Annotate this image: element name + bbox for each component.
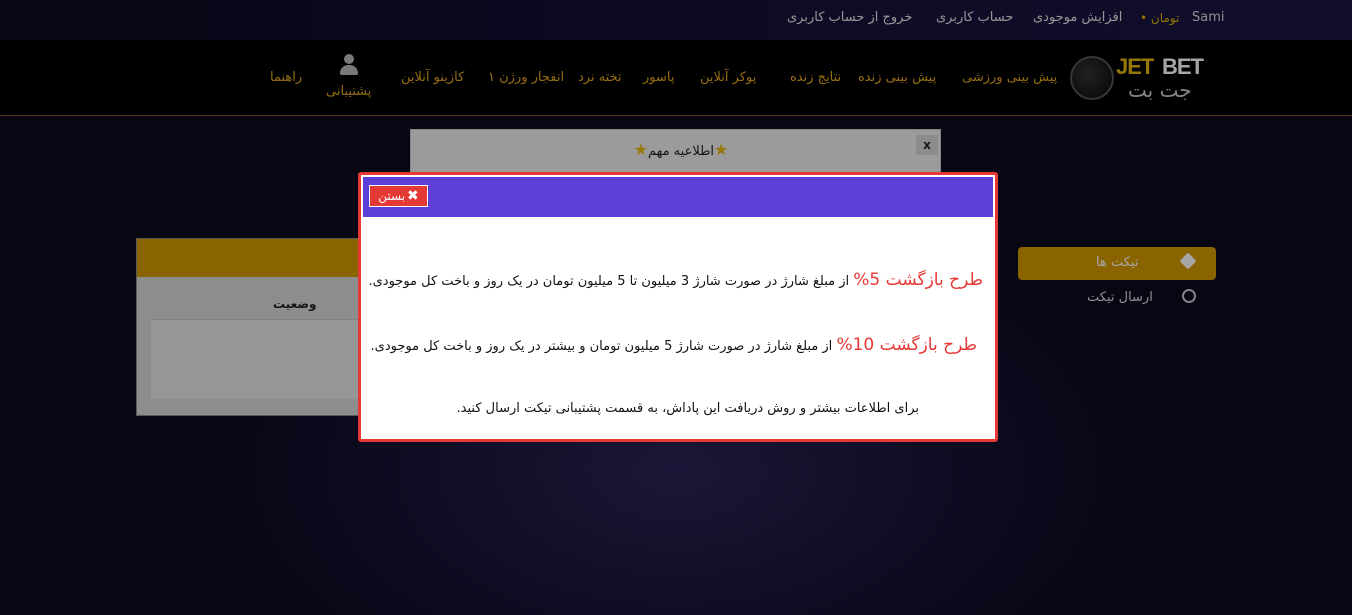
modal-close-label: بستن	[378, 189, 406, 203]
modal-header: ✖ بستن	[363, 177, 993, 217]
promo-modal: ✖ بستن طرح بازگشت 5% از مبلغ شارژ در صور…	[358, 172, 998, 442]
promo-5-highlight: طرح بازگشت 5%	[853, 270, 983, 290]
modal-close-button[interactable]: ✖ بستن	[369, 185, 428, 207]
promo-5-text: از مبلغ شارژ در صورت شارژ 3 میلیون تا 5 …	[368, 274, 854, 289]
promo-line-5-percent: طرح بازگشت 5% از مبلغ شارژ در صورت شارژ …	[368, 270, 983, 290]
promo-10-text: از مبلغ شارژ در صورت شارژ 5 میلیون تومان…	[370, 339, 837, 354]
promo-10-highlight: طرح بازگشت 10%	[836, 335, 977, 355]
promo-info-line: برای اطلاعات بیشتر و روش دریافت این پادا…	[456, 401, 919, 416]
promo-line-10-percent: طرح بازگشت 10% از مبلغ شارژ در صورت شارژ…	[365, 335, 977, 355]
close-icon: ✖	[407, 188, 419, 204]
